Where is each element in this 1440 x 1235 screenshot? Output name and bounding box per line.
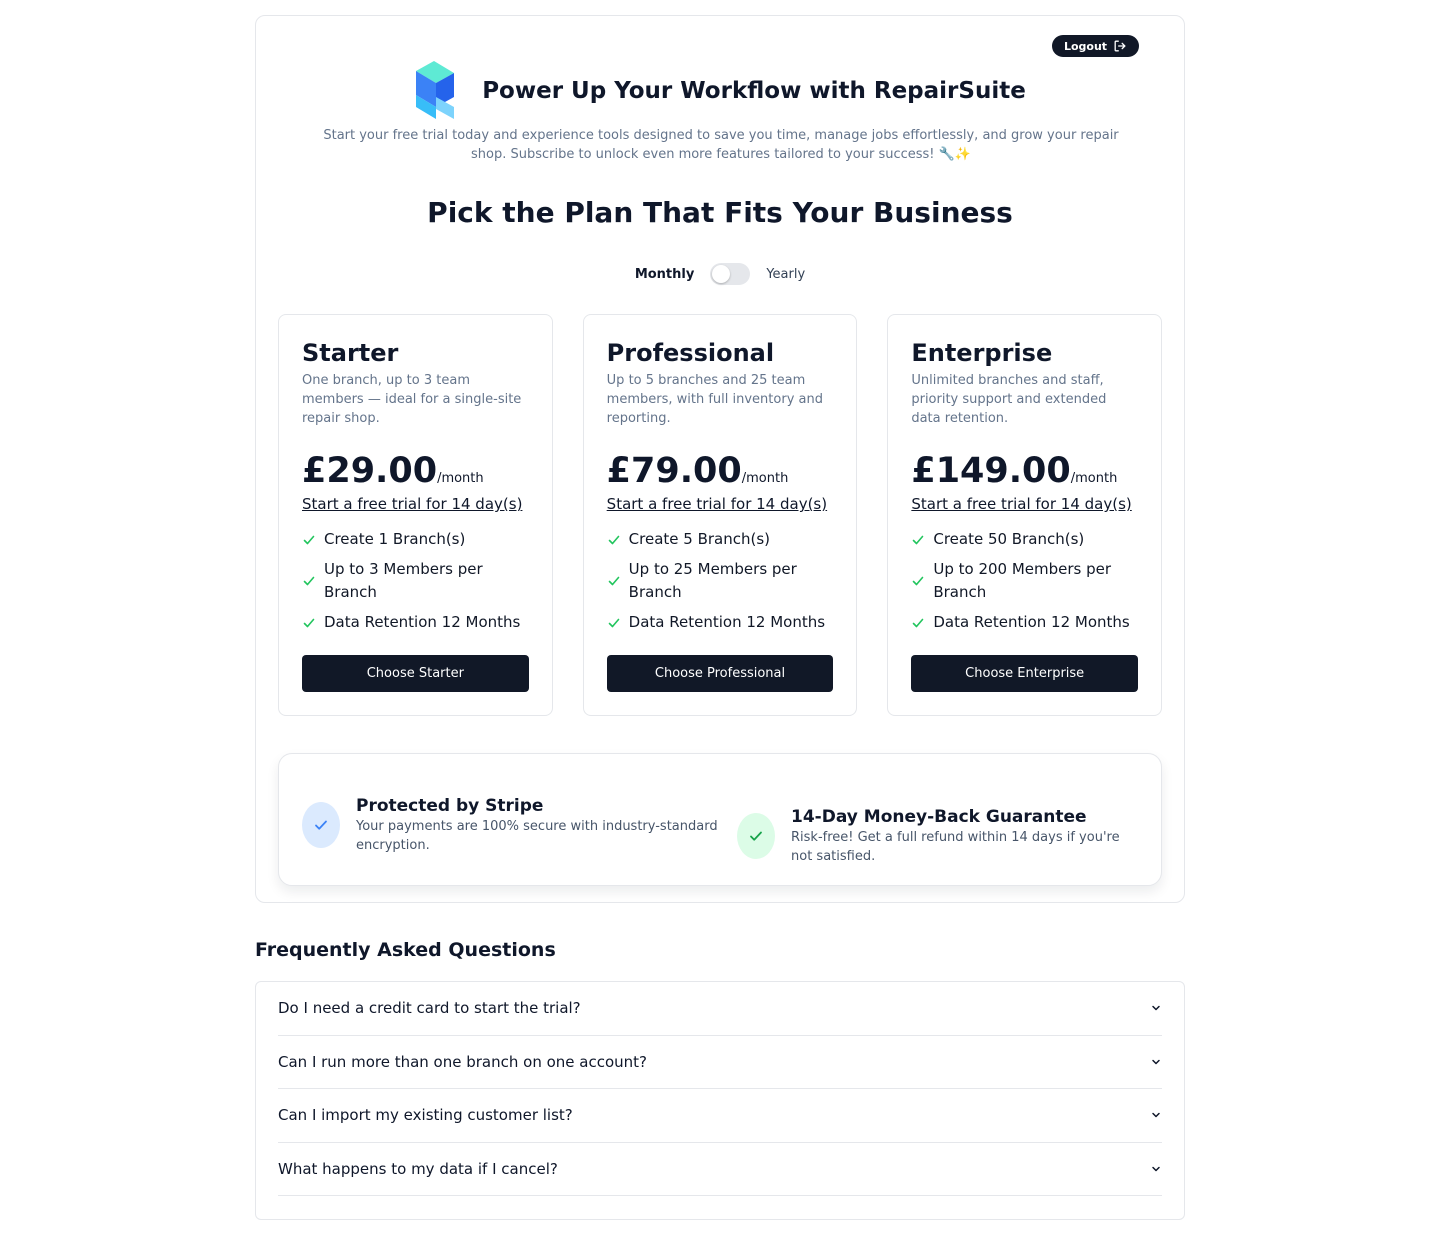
faq-question: Can I import my existing customer list? (278, 1106, 573, 1125)
plan-card-enterprise: Enterprise Unlimited branches and staff,… (887, 314, 1163, 716)
choose-starter-button[interactable]: Choose Starter (302, 655, 529, 692)
plan-price-row: £149.00 /month (911, 452, 1138, 490)
feature-item: Data Retention 12 Months (911, 611, 1138, 634)
plan-period: /month (437, 471, 484, 486)
choose-professional-button[interactable]: Choose Professional (606, 655, 834, 692)
plan-card-starter: Starter One branch, up to 3 team members… (278, 314, 553, 716)
logout-button[interactable]: Logout (1052, 35, 1139, 57)
stripe-protection: Protected by Stripe Your payments are 10… (302, 795, 732, 855)
feature-item: Create 5 Branch(s) (607, 528, 834, 551)
brand-title: Power Up Your Workflow with RepairSuite (482, 78, 1026, 104)
check-icon (750, 831, 762, 841)
faq-item[interactable]: Do I need a credit card to start the tri… (278, 982, 1162, 1036)
plan-price: £29.00 (302, 451, 438, 491)
feature-item: Create 50 Branch(s) (911, 528, 1138, 551)
trust-banner: Protected by Stripe Your payments are 10… (278, 753, 1162, 886)
plan-description: One branch, up to 3 team members — ideal… (302, 373, 522, 426)
plan-price: £79.00 (606, 451, 742, 491)
chevron-down-icon (1152, 1006, 1160, 1011)
check-icon (608, 535, 619, 544)
feature-text: Create 50 Branch(s) (933, 530, 1085, 548)
feature-text: Data Retention 12 Months (933, 613, 1130, 631)
plan-period: /month (741, 471, 789, 486)
stripe-title: Protected by Stripe (356, 796, 544, 816)
plan-price: £149.00 (911, 451, 1071, 491)
check-icon (303, 618, 315, 627)
plan-price-row: £29.00 /month (302, 452, 529, 490)
plan-description: Up to 5 branches and 25 team members, wi… (606, 373, 823, 426)
intro-subtitle: Start your free trial today and experien… (323, 128, 1119, 162)
feature-item: Create 1 Branch(s) (302, 528, 529, 551)
pricing-title: Pick the Plan That Fits Your Business (427, 196, 1013, 229)
guarantee-text: Risk-free! Get a full refund within 14 d… (791, 830, 1120, 864)
feature-item: Up to 200 Members per Branch (911, 558, 1138, 604)
faq-title: Frequently Asked Questions (255, 939, 556, 961)
free-trial-link[interactable]: Start a free trial for 14 day(s) (302, 494, 522, 514)
logout-icon (1114, 40, 1126, 52)
plan-description: Unlimited branches and staff, priority s… (911, 373, 1107, 426)
brand-header: Power Up Your Workflow with RepairSuite (256, 61, 1184, 121)
feature-text: Up to 3 Members per Branch (324, 560, 483, 601)
feature-item: Data Retention 12 Months (607, 611, 834, 634)
money-back-guarantee: 14-Day Money-Back Guarantee Risk-free! G… (737, 806, 1127, 866)
plan-card-professional: Professional Up to 5 branches and 25 tea… (582, 314, 858, 716)
feature-item: Data Retention 12 Months (302, 611, 529, 634)
faq-question: Can I run more than one branch on one ac… (278, 1052, 648, 1071)
monthly-label: Monthly (634, 266, 695, 282)
plan-name: Enterprise (911, 339, 1053, 367)
free-trial-link[interactable]: Start a free trial for 14 day(s) (911, 494, 1131, 514)
check-icon (315, 820, 327, 830)
feature-text: Create 5 Branch(s) (628, 530, 771, 548)
check-icon (608, 576, 619, 586)
yearly-label: Yearly (766, 266, 806, 282)
stripe-check-badge (302, 802, 340, 848)
faq-item[interactable]: What happens to my data if I cancel? (278, 1143, 1162, 1196)
chevron-down-icon (1152, 1113, 1160, 1118)
plan-name: Starter (302, 339, 399, 367)
guarantee-check-badge (737, 813, 775, 859)
faq-question: Do I need a credit card to start the tri… (278, 999, 581, 1018)
faq-accordion: Do I need a credit card to start the tri… (255, 981, 1185, 1220)
choose-enterprise-button[interactable]: Choose Enterprise (911, 655, 1139, 692)
plan-list: Starter One branch, up to 3 team members… (278, 314, 1163, 716)
chevron-down-icon (1152, 1166, 1160, 1171)
chevron-down-icon (1152, 1059, 1160, 1064)
faq-item[interactable]: Can I import my existing customer list? (278, 1089, 1162, 1143)
plan-period: /month (1070, 471, 1118, 486)
billing-toggle: Monthly Yearly (256, 262, 1184, 286)
check-icon (303, 535, 315, 544)
check-icon (913, 618, 924, 627)
pricing-card: Logout Power Up Your Workflow with Repai… (255, 15, 1185, 903)
plan-name: Professional (606, 339, 775, 367)
check-icon (303, 576, 315, 586)
feature-text: Data Retention 12 Months (628, 613, 826, 631)
guarantee-title: 14-Day Money-Back Guarantee (791, 807, 1087, 827)
check-icon (913, 576, 924, 586)
check-icon (608, 618, 619, 627)
feature-list: Create 5 Branch(s) Up to 25 Members per … (607, 528, 834, 634)
repairsuite-logo (414, 61, 458, 121)
feature-list: Create 1 Branch(s) Up to 3 Members per B… (302, 528, 529, 634)
stripe-text: Your payments are 100% secure with indus… (356, 819, 718, 853)
faq-question: What happens to my data if I cancel? (278, 1159, 558, 1178)
feature-text: Up to 200 Members per Branch (933, 560, 1112, 601)
feature-list: Create 50 Branch(s) Up to 200 Members pe… (911, 528, 1138, 634)
switch-knob (712, 265, 731, 283)
feature-item: Up to 3 Members per Branch (302, 558, 529, 604)
feature-item: Up to 25 Members per Branch (607, 558, 834, 604)
billing-period-switch[interactable] (710, 263, 751, 285)
feature-text: Up to 25 Members per Branch (628, 560, 797, 601)
feature-text: Data Retention 12 Months (324, 613, 521, 631)
plan-price-row: £79.00 /month (607, 452, 834, 490)
feature-text: Create 1 Branch(s) (324, 530, 466, 548)
faq-item[interactable]: Can I run more than one branch on one ac… (278, 1036, 1162, 1089)
logout-label: Logout (1063, 39, 1108, 53)
free-trial-link[interactable]: Start a free trial for 14 day(s) (607, 494, 827, 514)
check-icon (913, 535, 924, 544)
